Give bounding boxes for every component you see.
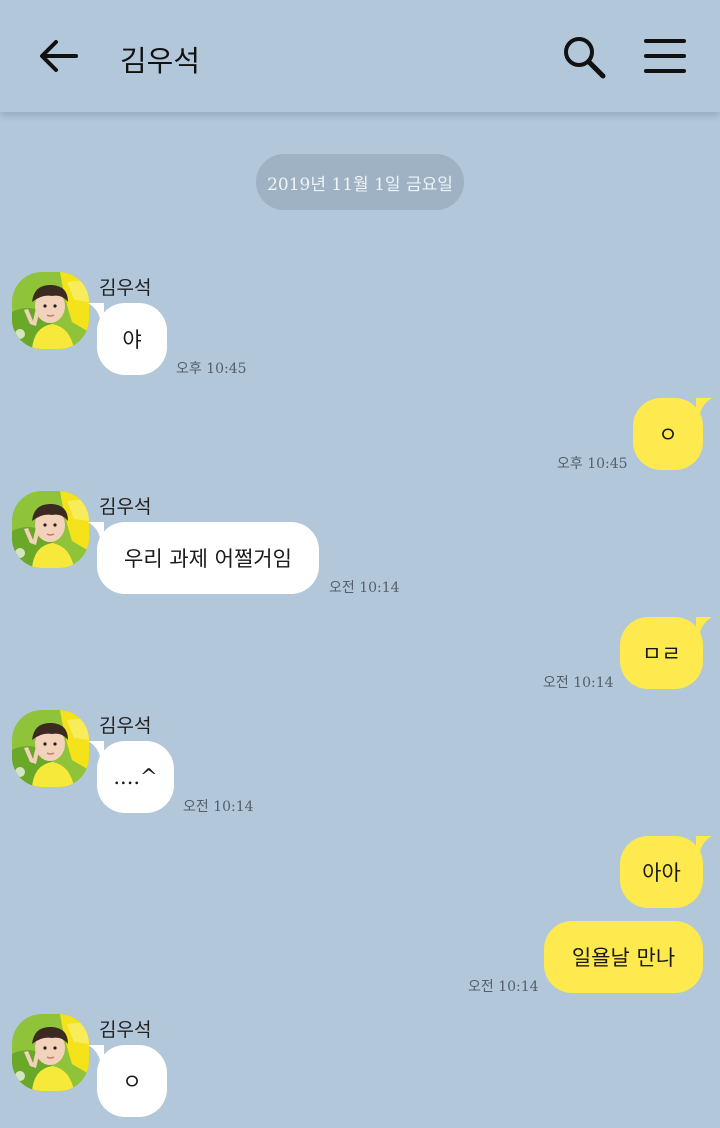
chat-header: 김우석 xyxy=(0,0,720,112)
message-text: ㅇ xyxy=(122,1070,142,1094)
message-text: 야 xyxy=(122,328,142,352)
bubble-tail xyxy=(88,1045,104,1061)
message-bubble[interactable]: 야 xyxy=(97,303,167,375)
message-text: 아아 xyxy=(642,861,681,885)
chat-screen: 김우석 2019년 11월 1일 금요일 김우석 야 오후 10:45 오후 1… xyxy=(0,0,720,1128)
avatar[interactable] xyxy=(12,491,89,568)
menu-button[interactable] xyxy=(644,38,686,74)
message-text: ....^ xyxy=(113,765,158,789)
avatar[interactable] xyxy=(12,710,89,787)
message-text: 일욜날 만나 xyxy=(571,946,676,970)
message-bubble[interactable]: 아아 xyxy=(620,836,703,908)
bubble-tail xyxy=(696,617,712,633)
bubble-tail xyxy=(696,398,712,414)
bubble-tail xyxy=(88,522,104,538)
back-button[interactable] xyxy=(36,36,80,76)
message-time: 오후 10:45 xyxy=(557,456,628,472)
message-time: 오전 10:14 xyxy=(329,580,400,596)
message-bubble[interactable]: ㅇ xyxy=(97,1045,167,1117)
message-text: 우리 과제 어쩔거임 xyxy=(124,547,292,571)
message-bubble[interactable]: ㅁㄹ xyxy=(620,617,703,689)
sender-name: 김우석 xyxy=(99,496,152,518)
hamburger-menu-icon xyxy=(644,39,686,73)
search-button[interactable] xyxy=(561,34,607,80)
message-bubble[interactable]: ....^ xyxy=(97,741,174,813)
bubble-tail xyxy=(88,741,104,757)
date-divider: 2019년 11월 1일 금요일 xyxy=(256,154,464,210)
message-bubble[interactable]: ㅇ xyxy=(633,398,703,470)
message-bubble[interactable]: 우리 과제 어쩔거임 xyxy=(97,522,319,594)
avatar[interactable] xyxy=(12,1014,89,1091)
arrow-left-icon xyxy=(40,40,78,72)
profile-photo xyxy=(12,272,89,349)
profile-photo xyxy=(12,710,89,787)
message-bubble[interactable]: 일욜날 만나 xyxy=(544,921,703,993)
message-time: 오전 10:14 xyxy=(543,675,614,691)
bubble-tail xyxy=(696,836,712,852)
message-time: 오후 10:45 xyxy=(176,361,247,377)
profile-photo xyxy=(12,491,89,568)
sender-name: 김우석 xyxy=(99,715,152,737)
sender-name: 김우석 xyxy=(99,1019,152,1041)
profile-photo xyxy=(12,1014,89,1091)
message-time: 오전 10:14 xyxy=(183,799,254,815)
bubble-tail xyxy=(88,303,104,319)
sender-name: 김우석 xyxy=(99,277,152,299)
chat-title: 김우석 xyxy=(120,44,201,78)
message-text: ㅇ xyxy=(658,423,678,447)
search-icon xyxy=(564,37,606,79)
message-time: 오전 10:14 xyxy=(468,979,539,995)
avatar[interactable] xyxy=(12,272,89,349)
message-text: ㅁㄹ xyxy=(642,642,681,666)
